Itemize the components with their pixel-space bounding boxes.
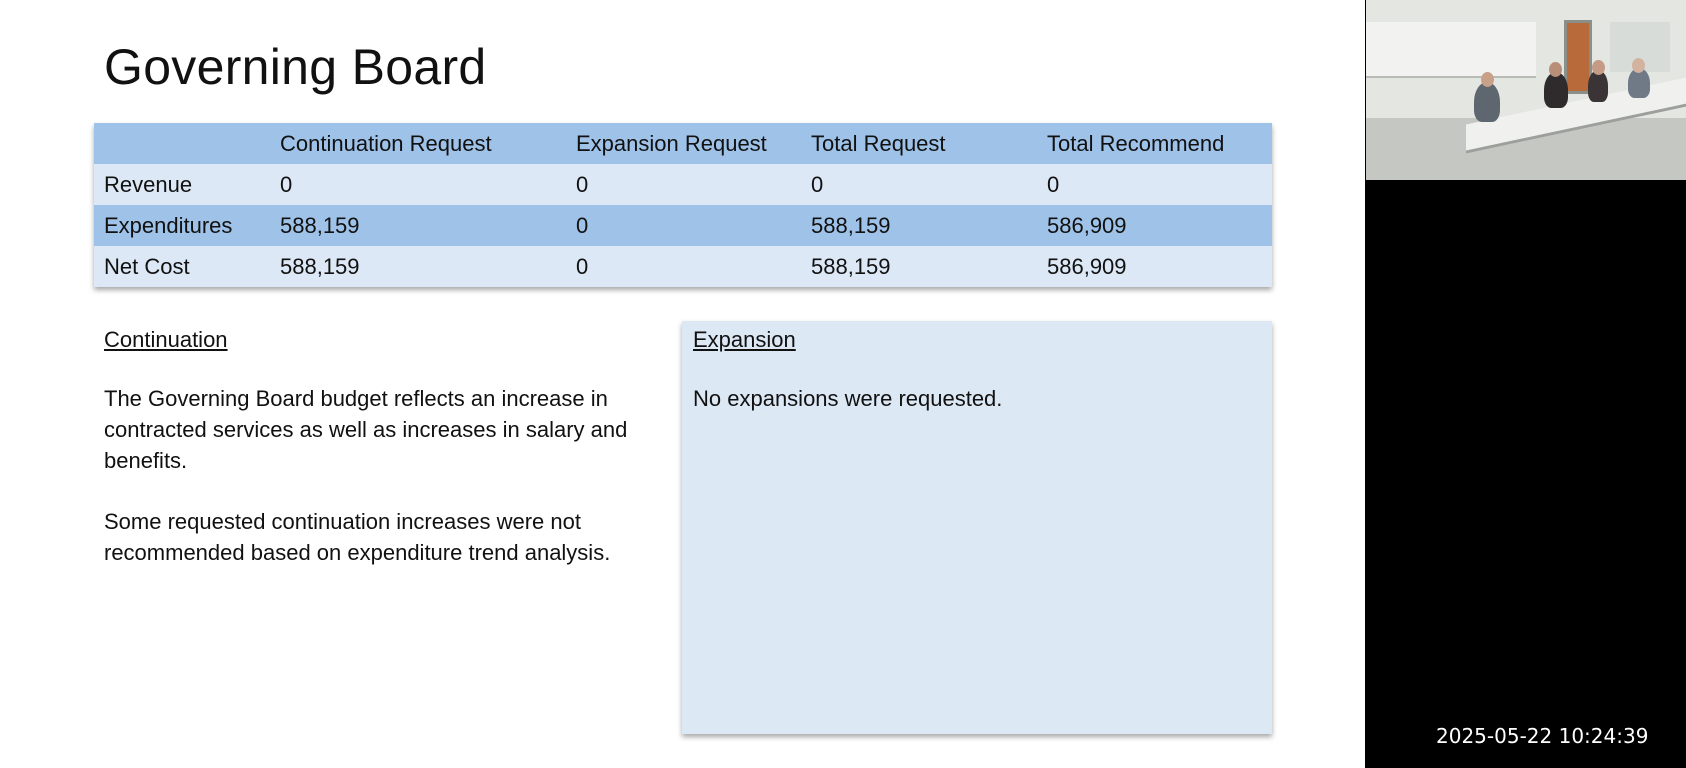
table-cell: Net Cost <box>104 253 190 279</box>
continuation-heading: Continuation <box>104 327 228 352</box>
table-cell: 588,159 <box>811 253 891 279</box>
table-header-cell: Total Request <box>811 130 946 156</box>
table-header-cell: Expansion Request <box>576 130 767 156</box>
expansion-text: No expansions were requested. <box>693 386 1003 411</box>
table-header-cell <box>94 123 270 164</box>
continuation-paragraph: Some requested continuation increases we… <box>104 509 611 565</box>
continuation-section: Continuation The Governing Board budget … <box>104 327 644 598</box>
table-cell: 588,159 <box>811 212 891 238</box>
table-cell: 588,159 <box>280 253 360 279</box>
table-header-row: Continuation Request Expansion Request T… <box>94 123 1272 164</box>
table-header-cell: Continuation Request <box>280 130 492 156</box>
table-cell: 0 <box>280 171 293 197</box>
expansion-section: Expansion No expansions were requested. <box>682 321 1272 734</box>
table-cell: 586,909 <box>1047 253 1127 279</box>
meeting-video-thumbnail <box>1366 0 1686 180</box>
table-header-cell: Total Recommend <box>1047 130 1225 156</box>
table-cell: 586,909 <box>1047 212 1127 238</box>
table-cell: 0 <box>576 253 589 279</box>
table-cell: 0 <box>811 171 824 197</box>
expansion-heading: Expansion <box>693 327 796 352</box>
table-cell: 0 <box>576 212 589 238</box>
table-cell: 588,159 <box>280 212 360 238</box>
table-cell: Expenditures <box>104 212 233 238</box>
table-cell: Revenue <box>104 171 193 197</box>
budget-table: Continuation Request Expansion Request T… <box>94 123 1272 287</box>
table-row: Net Cost 588,159 0 588,159 586,909 <box>94 246 1272 287</box>
table-row: Expenditures 588,159 0 588,159 586,909 <box>94 205 1272 246</box>
continuation-paragraph: The Governing Board budget reflects an i… <box>104 386 628 473</box>
slide-title: Governing Board <box>104 39 487 95</box>
video-timestamp: 2025-05-22 10:24:39 <box>1436 724 1649 748</box>
presentation-slide: Governing Board Continuation Request Exp… <box>0 0 1365 768</box>
table-cell: 0 <box>1047 171 1060 197</box>
table-row: Revenue 0 0 0 0 <box>94 164 1272 205</box>
table-cell: 0 <box>576 171 589 197</box>
